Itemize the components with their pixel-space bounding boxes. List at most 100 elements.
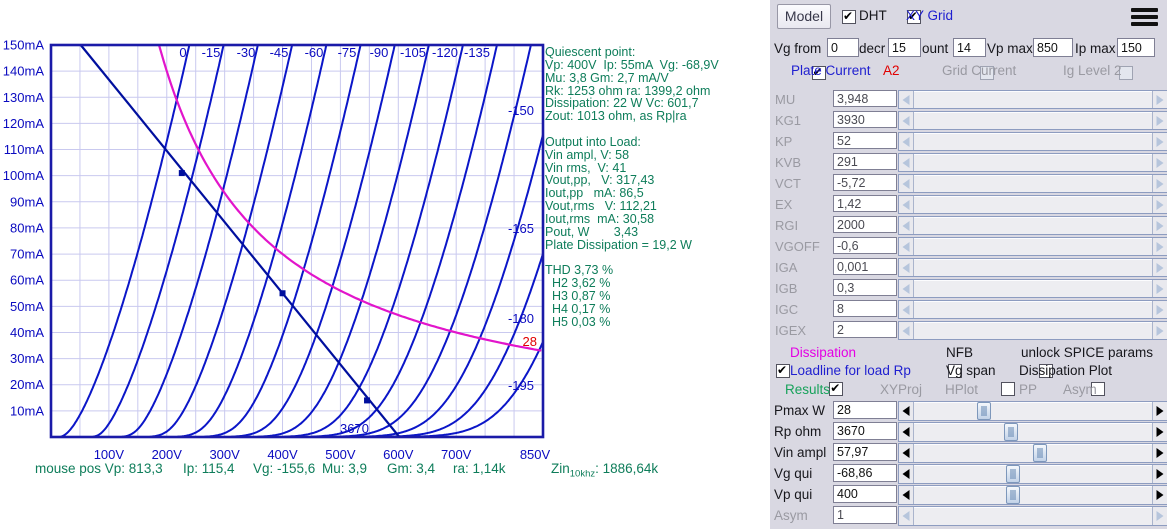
slider-track[interactable] (913, 238, 1153, 255)
loadline-checkbox[interactable] (829, 382, 843, 396)
vg-from-input[interactable] (827, 38, 859, 57)
slider-Pmax W[interactable] (898, 401, 1167, 421)
slider-left-arrow[interactable] (899, 217, 913, 234)
slider-Vin ampl[interactable] (898, 443, 1167, 463)
param-input-EX[interactable] (833, 195, 897, 212)
slider-track[interactable] (913, 154, 1153, 171)
slider-input-Vg qui[interactable] (833, 464, 897, 482)
slider-track[interactable] (913, 322, 1153, 339)
slider-track[interactable] (913, 112, 1153, 129)
slider-track[interactable] (913, 444, 1153, 462)
slider-left-arrow[interactable] (899, 175, 913, 192)
param-slider-RGI[interactable] (898, 216, 1167, 235)
slider-input-Pmax W[interactable] (833, 401, 897, 419)
slider-right-arrow[interactable] (1153, 444, 1167, 462)
slider-track[interactable] (913, 175, 1153, 192)
slider-right-arrow[interactable] (1153, 423, 1167, 441)
slider-left-arrow[interactable] (899, 133, 913, 150)
slider-track[interactable] (913, 196, 1153, 213)
slider-left-arrow[interactable] (899, 238, 913, 255)
slider-left-arrow[interactable] (899, 154, 913, 171)
decr-input[interactable] (888, 38, 921, 57)
slider-track[interactable] (913, 133, 1153, 150)
slider-left-arrow[interactable] (899, 507, 913, 525)
slider-track[interactable] (913, 91, 1153, 108)
ip-max-input[interactable] (1117, 38, 1155, 57)
slider-left-arrow[interactable] (899, 280, 913, 297)
slider-left-arrow[interactable] (899, 322, 913, 339)
slider-left-arrow[interactable] (899, 301, 913, 318)
dissipation-checkbox[interactable] (776, 364, 790, 378)
param-slider-VGOFF[interactable] (898, 237, 1167, 256)
slider-track[interactable] (913, 280, 1153, 297)
slider-right-arrow[interactable] (1153, 154, 1167, 171)
slider-left-arrow[interactable] (899, 112, 913, 129)
slider-left-arrow[interactable] (899, 259, 913, 276)
param-input-IGA[interactable] (833, 258, 897, 275)
param-input-MU[interactable] (833, 90, 897, 107)
param-slider-MU[interactable] (898, 90, 1167, 109)
slider-input-Asym[interactable] (833, 506, 897, 524)
slider-track[interactable] (913, 507, 1153, 525)
slider-thumb[interactable] (1006, 486, 1020, 504)
param-slider-IGEX[interactable] (898, 321, 1167, 340)
param-slider-IGA[interactable] (898, 258, 1167, 277)
param-input-IGC[interactable] (833, 300, 897, 317)
slider-left-arrow[interactable] (899, 402, 913, 420)
slider-Rp ohm[interactable] (898, 422, 1167, 442)
slider-left-arrow[interactable] (899, 423, 913, 441)
slider-track[interactable] (913, 423, 1153, 441)
slider-left-arrow[interactable] (899, 91, 913, 108)
param-slider-IGB[interactable] (898, 279, 1167, 298)
slider-right-arrow[interactable] (1153, 175, 1167, 192)
param-slider-KG1[interactable] (898, 111, 1167, 130)
slider-left-arrow[interactable] (899, 465, 913, 483)
slider-right-arrow[interactable] (1153, 133, 1167, 150)
slider-right-arrow[interactable] (1153, 217, 1167, 234)
param-slider-KP[interactable] (898, 132, 1167, 151)
slider-right-arrow[interactable] (1153, 486, 1167, 504)
param-slider-KVB[interactable] (898, 153, 1167, 172)
slider-thumb[interactable] (1004, 423, 1018, 441)
slider-input-Rp ohm[interactable] (833, 422, 897, 440)
slider-Vp qui[interactable] (898, 485, 1167, 505)
slider-right-arrow[interactable] (1153, 402, 1167, 420)
slider-right-arrow[interactable] (1153, 280, 1167, 297)
param-input-RGI[interactable] (833, 216, 897, 233)
slider-track[interactable] (913, 259, 1153, 276)
param-slider-IGC[interactable] (898, 300, 1167, 319)
slider-Vg qui[interactable] (898, 464, 1167, 484)
slider-right-arrow[interactable] (1153, 465, 1167, 483)
param-input-IGB[interactable] (833, 279, 897, 296)
model-button[interactable]: Model (777, 4, 831, 29)
plot-area[interactable] (51, 45, 543, 437)
slider-left-arrow[interactable] (899, 444, 913, 462)
dht-checkbox[interactable] (842, 10, 856, 24)
slider-right-arrow[interactable] (1153, 322, 1167, 339)
param-input-VGOFF[interactable] (833, 237, 897, 254)
slider-right-arrow[interactable] (1153, 112, 1167, 129)
slider-thumb[interactable] (1006, 465, 1020, 483)
slider-Asym[interactable] (898, 506, 1167, 526)
param-slider-VCT[interactable] (898, 174, 1167, 193)
vp-max-input[interactable] (1033, 38, 1073, 57)
param-input-VCT[interactable] (833, 174, 897, 191)
slider-right-arrow[interactable] (1153, 507, 1167, 525)
slider-track[interactable] (913, 217, 1153, 234)
slider-input-Vp qui[interactable] (833, 485, 897, 503)
slider-right-arrow[interactable] (1153, 259, 1167, 276)
param-slider-EX[interactable] (898, 195, 1167, 214)
slider-left-arrow[interactable] (899, 486, 913, 504)
param-input-KG1[interactable] (833, 111, 897, 128)
slider-track[interactable] (913, 301, 1153, 318)
slider-thumb[interactable] (977, 402, 991, 420)
vg-span-checkbox[interactable] (1001, 382, 1015, 396)
slider-track[interactable] (913, 402, 1153, 420)
slider-track[interactable] (913, 486, 1153, 504)
count-input[interactable] (953, 38, 986, 57)
slider-right-arrow[interactable] (1153, 196, 1167, 213)
slider-thumb[interactable] (1033, 444, 1047, 462)
slider-right-arrow[interactable] (1153, 238, 1167, 255)
slider-left-arrow[interactable] (899, 196, 913, 213)
slider-input-Vin ampl[interactable] (833, 443, 897, 461)
